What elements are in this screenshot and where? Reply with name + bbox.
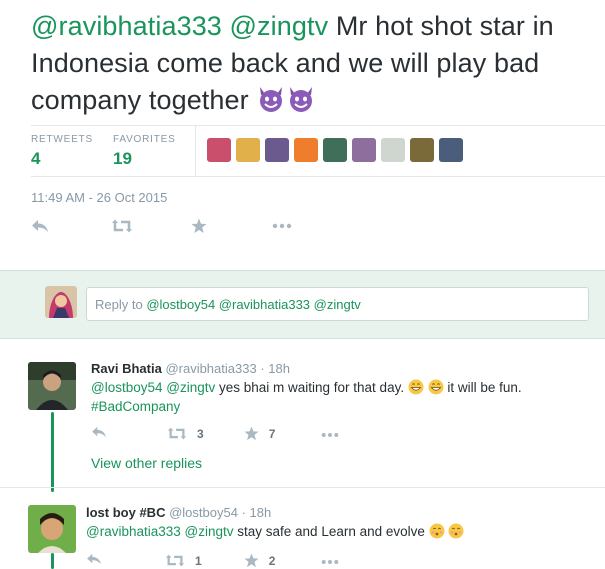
favoriter-avatar-3[interactable] <box>265 138 289 162</box>
reply-time[interactable]: · 18h <box>242 505 272 520</box>
grinning-emoji-icon <box>428 379 444 395</box>
smiling-imp-emoji-icon <box>290 87 313 112</box>
favoriter-avatar-2[interactable] <box>236 138 260 162</box>
favorites-stat[interactable]: FAVORITES 19 <box>113 134 176 169</box>
stats-divider <box>195 126 196 176</box>
mention-link[interactable]: @ravibhatia333 <box>31 11 222 41</box>
reply-icon[interactable] <box>91 426 107 441</box>
thread-line <box>51 412 54 492</box>
reply-text: @ravibhatia333 @zingtv stay safe and Lea… <box>86 522 591 541</box>
reply-mentions[interactable]: @ravibhatia333 @zingtv <box>86 524 234 539</box>
reply-author-handle[interactable]: @ravibhatia333 <box>165 361 256 376</box>
favoriter-avatar-5[interactable] <box>323 138 347 162</box>
mention-link[interactable]: @zingtv <box>230 11 329 41</box>
favoriter-avatar-6[interactable] <box>352 138 376 162</box>
hashtag-link[interactable]: #BadCompany <box>91 399 180 414</box>
reply-body: yes bhai m waiting for that day. <box>218 380 405 395</box>
favorite-star-icon <box>244 426 259 441</box>
reply-author-handle[interactable]: @lostboy54 <box>169 505 238 520</box>
favoriter-avatar-4[interactable] <box>294 138 318 162</box>
more-options-icon[interactable] <box>321 554 339 568</box>
reply-icon[interactable] <box>31 219 49 233</box>
favoriter-avatar-9[interactable] <box>439 138 463 162</box>
reply-icon[interactable] <box>86 553 102 568</box>
more-options-icon[interactable] <box>272 223 292 229</box>
favorite-count: 7 <box>268 426 276 441</box>
favorite-star-icon <box>244 553 259 568</box>
reply-author-name[interactable]: lost boy #BC <box>86 505 165 520</box>
reply-actions: 3 7 <box>91 426 339 441</box>
reply-actions: 1 2 <box>86 553 339 568</box>
retweets-stat[interactable]: RETWEETS 4 <box>31 134 93 169</box>
reply-separator <box>0 487 605 488</box>
reply-input[interactable]: Reply to @lostboy54 @ravibhatia333 @zing… <box>86 287 589 321</box>
reply-compose-bar: Reply to @lostboy54 @ravibhatia333 @zing… <box>0 270 605 339</box>
retweet-icon[interactable] <box>111 219 133 233</box>
favorites-label: FAVORITES <box>113 134 176 145</box>
favoriter-avatar-8[interactable] <box>410 138 434 162</box>
tweet-stats: RETWEETS 4 FAVORITES 19 <box>31 125 605 177</box>
tweet-timestamp[interactable]: 11:49 AM - 26 Oct 2015 <box>31 190 167 205</box>
retweets-count: 4 <box>31 149 41 168</box>
retweet-action[interactable]: 3 <box>167 427 204 441</box>
favoriter-avatar-7[interactable] <box>381 138 405 162</box>
current-user-avatar <box>45 286 77 318</box>
reply-author-name[interactable]: Ravi Bhatia <box>91 361 162 376</box>
thread-line <box>51 553 54 569</box>
tweet-text: @ravibhatia333 @zingtv Mr hot shot star … <box>31 8 601 119</box>
tweet-actions <box>31 218 292 234</box>
favoriters-avatars <box>207 138 463 162</box>
reply-time[interactable]: · 18h <box>260 361 290 376</box>
reply-header: lost boy #BC @lostboy54 · 18h <box>86 505 271 520</box>
kissing-emoji-icon <box>429 523 445 539</box>
ravi-bhatia-avatar[interactable] <box>28 362 76 410</box>
retweet-count: 3 <box>197 426 204 441</box>
smiling-imp-emoji-icon <box>260 87 283 112</box>
grinning-emoji-icon <box>408 379 424 395</box>
reply-text: @lostboy54 @zingtv yes bhai m waiting fo… <box>91 378 591 416</box>
favorites-count: 19 <box>113 149 132 168</box>
reply-mentions: @lostboy54 @ravibhatia333 @zingtv <box>146 297 361 312</box>
lost-boy-avatar[interactable] <box>28 505 76 553</box>
retweet-icon <box>167 427 187 440</box>
favorite-action[interactable]: 2 <box>244 553 276 568</box>
reply-mentions[interactable]: @lostboy54 @zingtv <box>91 380 215 395</box>
favoriter-avatar-1[interactable] <box>207 138 231 162</box>
kissing-emoji-icon <box>448 523 464 539</box>
reply-body: stay safe and Learn and evolve <box>237 524 425 539</box>
reply-body-continued: it will be fun. <box>447 380 522 395</box>
favorite-star-icon[interactable] <box>191 218 207 234</box>
reply-header: Ravi Bhatia @ravibhatia333 · 18h <box>91 361 290 376</box>
more-options-icon[interactable] <box>321 427 339 441</box>
retweets-label: RETWEETS <box>31 134 93 145</box>
retweet-action[interactable]: 1 <box>165 554 202 568</box>
retweet-icon <box>165 554 185 567</box>
view-other-replies-link[interactable]: View other replies <box>91 455 202 471</box>
retweet-count: 1 <box>195 553 202 568</box>
favorite-count: 2 <box>268 553 276 568</box>
reply-prefix: Reply to <box>95 297 143 312</box>
favorite-action[interactable]: 7 <box>244 426 276 441</box>
